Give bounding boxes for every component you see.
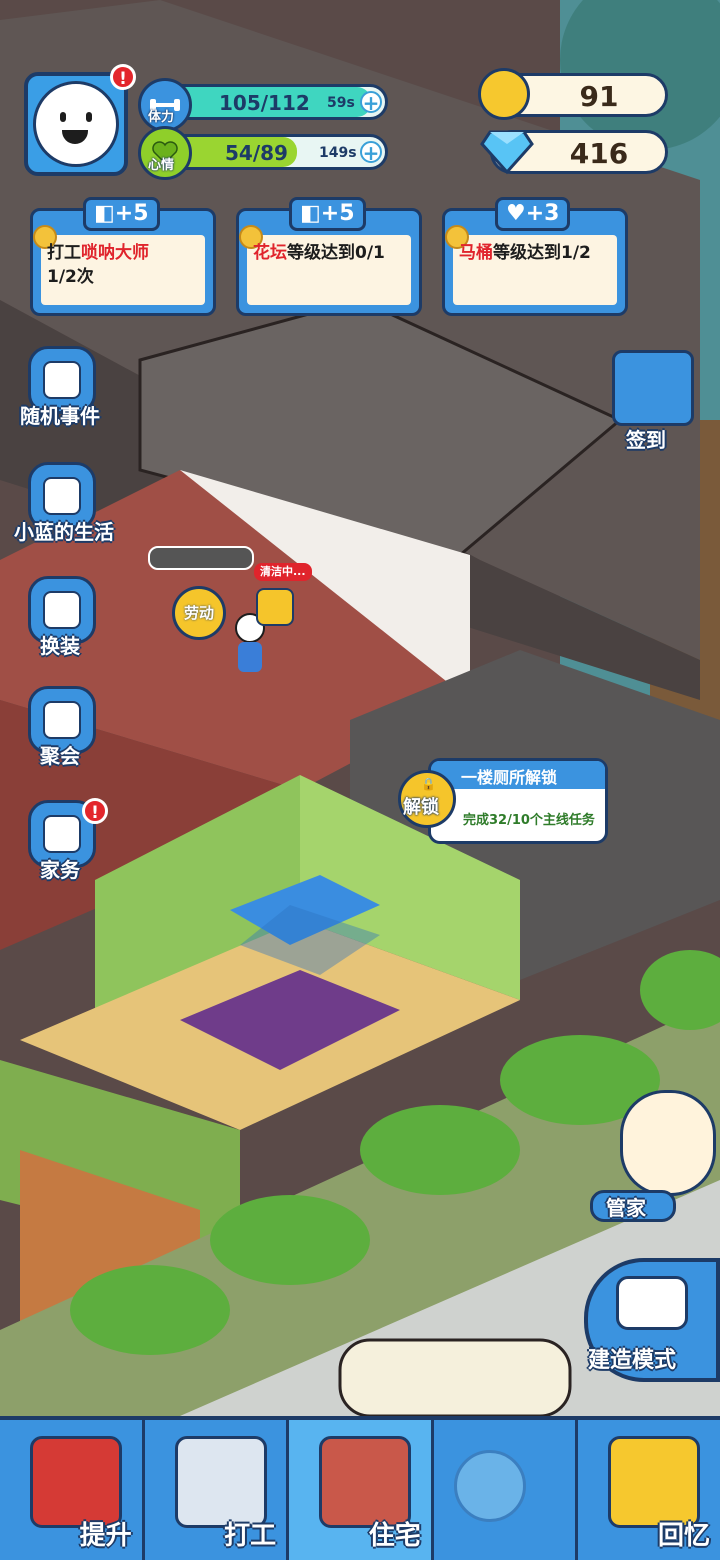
task-reward-3: ♥+3 xyxy=(495,197,571,231)
dumbbell-icon: ◧ xyxy=(300,201,321,226)
diamond-icon xyxy=(480,126,534,180)
build-mode-button[interactable]: 建造模式 xyxy=(584,1258,720,1382)
paint-roller-icon xyxy=(616,1276,688,1330)
build-mode-label: 建造模式 xyxy=(588,1348,677,1373)
mood-timer: 149s xyxy=(319,145,357,161)
unlock-desc: 完成32/10个主线任务 xyxy=(463,813,595,828)
nav-memory[interactable]: 回忆 xyxy=(578,1420,720,1560)
task-card-1[interactable]: ◧+5 打工唢呐大师 1/2次 xyxy=(30,197,216,316)
butler-portrait-icon xyxy=(620,1090,716,1196)
party-button[interactable]: 聚会 xyxy=(14,686,106,778)
bottom-nav: 提升 打工 住宅 回忆 xyxy=(0,1416,720,1560)
notepad-icon xyxy=(43,361,81,399)
gift-box-icon xyxy=(612,350,694,426)
avatar-alert-badge: ! xyxy=(110,64,136,90)
life-label: 小蓝的生活 xyxy=(14,520,114,544)
nav-locked[interactable] xyxy=(434,1420,579,1560)
cleaning-bubble: 清洁中... xyxy=(254,563,312,581)
padlock-icon: 🔒 xyxy=(421,777,436,791)
nav-home-label: 住宅 xyxy=(368,1521,421,1551)
nav-improve[interactable]: 提升 xyxy=(0,1420,145,1560)
outfit-label: 换装 xyxy=(40,634,80,658)
mood-label: 心情 xyxy=(148,158,175,173)
nav-home[interactable]: 住宅 xyxy=(289,1420,434,1560)
nav-work-label: 打工 xyxy=(224,1521,277,1551)
gold-coin-icon xyxy=(478,68,530,120)
mood-value: 54/89 xyxy=(225,141,288,165)
butler-button[interactable]: 管家 xyxy=(590,1090,720,1230)
shirt-icon xyxy=(43,591,81,629)
random-event-label: 随机事件 xyxy=(20,404,100,428)
stamina-label: 体力 xyxy=(148,110,175,125)
outfit-button[interactable]: 换装 xyxy=(14,576,106,668)
stamina-timer: 59s xyxy=(327,95,355,111)
random-event-button[interactable]: 随机事件 xyxy=(14,346,106,438)
life-button[interactable]: 小蓝的生活 xyxy=(14,462,114,554)
player-avatar[interactable] xyxy=(24,72,128,176)
broom-icon xyxy=(256,588,294,626)
task-card-2[interactable]: ◧+5 花坛等级达到0/1 xyxy=(236,197,422,316)
vacuum-icon xyxy=(43,815,81,853)
chores-label: 家务 xyxy=(40,858,80,882)
task-text-3: 马桶等级达到1/2 xyxy=(459,243,591,263)
task-reward-1: ◧+5 xyxy=(83,197,160,231)
task-text-1: 打工唢呐大师 1/2次 xyxy=(47,243,149,287)
gold-value: 91 xyxy=(579,80,619,113)
unlock-button[interactable]: 🔒 解锁 xyxy=(398,770,456,828)
diamond-value: 416 xyxy=(569,137,629,170)
mood-plus-button[interactable]: + xyxy=(360,141,382,164)
checkin-label: 签到 xyxy=(626,428,666,452)
progress-bar-empty xyxy=(148,546,254,570)
portrait-icon xyxy=(43,477,81,515)
nav-memory-label: 回忆 xyxy=(657,1521,710,1551)
avatar-face-icon xyxy=(33,81,119,167)
task-card-3[interactable]: ♥+3 马桶等级达到1/2 xyxy=(442,197,628,316)
stamina-plus-button[interactable]: + xyxy=(360,91,382,114)
labor-tag[interactable]: 劳动 xyxy=(172,586,226,640)
chores-alert-badge: ! xyxy=(82,798,108,824)
heart-icon: ♥ xyxy=(506,201,526,226)
unlock-label: 解锁 xyxy=(403,797,439,818)
party-popper-icon xyxy=(43,701,81,739)
nav-work[interactable]: 打工 xyxy=(145,1420,290,1560)
party-label: 聚会 xyxy=(40,744,80,768)
checkin-button[interactable]: 签到 xyxy=(604,340,704,452)
dumbbell-icon: ◧ xyxy=(94,201,115,226)
unlock-title: 一楼厕所解锁 xyxy=(461,768,558,787)
butler-label: 管家 xyxy=(606,1196,646,1220)
task-text-2: 花坛等级达到0/1 xyxy=(253,243,385,263)
lock-icon xyxy=(453,1450,526,1522)
task-reward-2: ◧+5 xyxy=(289,197,366,231)
stamina-value: 105/112 xyxy=(219,91,310,115)
nav-improve-label: 提升 xyxy=(79,1521,132,1551)
